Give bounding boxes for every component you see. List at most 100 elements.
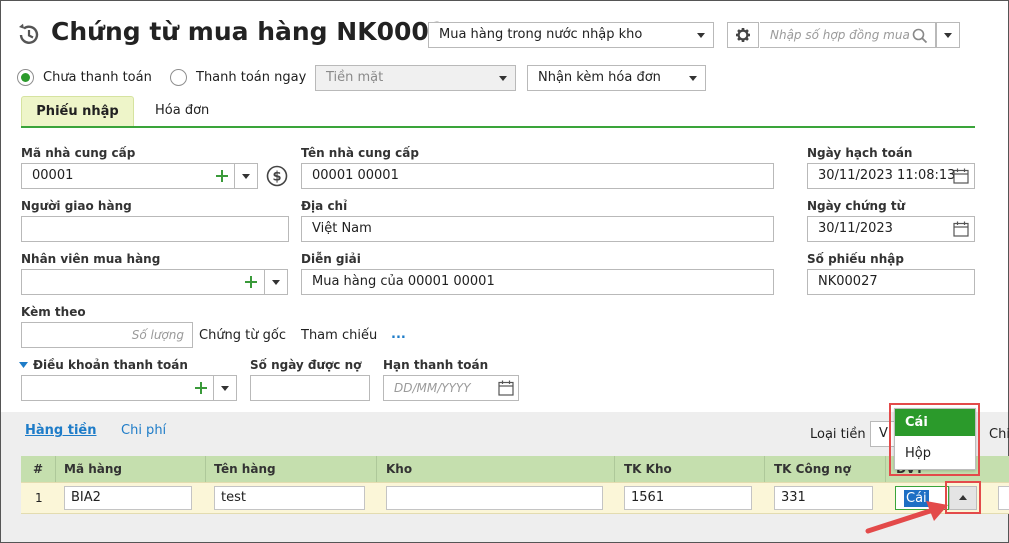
tab-expenses[interactable]: Chi phí (121, 423, 166, 438)
description-label: Diễn giải (301, 252, 361, 266)
buyer-field[interactable] (21, 269, 265, 295)
chevron-down-icon (221, 386, 229, 391)
supplier-name-value: 00001 00001 (312, 168, 399, 183)
tab-underline (21, 126, 975, 128)
annotation-highlight-list (889, 403, 980, 476)
payment-terms-dropdown-button[interactable] (213, 375, 237, 401)
table-header (21, 456, 1009, 482)
inventory-account-cell[interactable]: 1561 (624, 486, 752, 510)
supplier-name-label: Tên nhà cung cấp (301, 146, 419, 160)
chevron-down-icon (944, 33, 952, 38)
supplier-dropdown-button[interactable] (234, 163, 258, 189)
contract-search-dropdown[interactable] (936, 22, 960, 48)
purchase-type-value: Mua hàng trong nước nhập kho (439, 27, 643, 42)
posting-date-label: Ngày hạch toán (807, 146, 913, 160)
description-value: Mua hàng của 00001 00001 (312, 274, 495, 289)
address-label: Địa chỉ (301, 199, 348, 213)
search-icon[interactable] (912, 28, 928, 44)
add-buyer-icon[interactable] (245, 276, 257, 288)
address-field[interactable]: Việt Nam (301, 216, 774, 242)
chevron-down-icon (499, 76, 507, 81)
supplier-name-field[interactable]: 00001 00001 (301, 163, 774, 189)
row-number: 1 (35, 491, 43, 505)
attach-quantity-field[interactable]: Số lượng (21, 322, 193, 348)
col-warehouse: Kho (386, 462, 413, 476)
warehouse-cell[interactable] (386, 486, 603, 510)
posting-date-value: 30/11/2023 11:08:13 (818, 168, 956, 183)
column-divider (614, 456, 615, 482)
history-icon[interactable] (16, 22, 42, 48)
item-code-cell[interactable]: BIA2 (64, 486, 192, 510)
invoice-option-value: Nhận kèm hóa đơn (538, 70, 661, 85)
item-name-value: test (221, 490, 246, 505)
invoice-option-select[interactable]: Nhận kèm hóa đơn (527, 65, 706, 91)
column-divider (885, 456, 886, 482)
tab-invoice[interactable]: Hóa đơn (155, 96, 209, 127)
supplier-code-value: 00001 (32, 168, 74, 183)
payment-method-value: Tiền mặt (326, 70, 384, 85)
radio-unpaid-label: Chưa thanh toán (43, 70, 152, 85)
item-code-value: BIA2 (71, 490, 101, 505)
contract-search[interactable] (760, 22, 936, 48)
payment-terms-label: Điều khoản thanh toán (33, 358, 188, 372)
col-payable-account: TK Công nợ (774, 462, 851, 476)
calendar-icon[interactable] (498, 380, 514, 396)
radio-pay-now[interactable] (170, 69, 187, 86)
inventory-account-value: 1561 (631, 490, 665, 505)
column-divider (764, 456, 765, 482)
col-inventory-account: TK Kho (624, 462, 672, 476)
annotation-arrow-icon (865, 501, 948, 534)
chevron-down-icon (272, 280, 280, 285)
posting-date-field[interactable]: 30/11/2023 11:08:13 (807, 163, 975, 189)
doc-date-field[interactable]: 30/11/2023 (807, 216, 975, 242)
receipt-no-field[interactable]: NK00027 (807, 269, 975, 295)
description-field[interactable]: Mua hàng của 00001 00001 (301, 269, 774, 295)
doc-date-label: Ngày chứng từ (807, 199, 906, 213)
credit-days-field[interactable] (250, 375, 370, 401)
collapse-caret-icon[interactable] (19, 362, 28, 369)
buyer-dropdown-button[interactable] (264, 269, 288, 295)
supplier-code-label: Mã nhà cung cấp (21, 146, 136, 160)
address-value: Việt Nam (312, 221, 372, 236)
col-item-name: Tên hàng (214, 462, 276, 476)
attach-label: Kèm theo (21, 305, 86, 319)
reference-more-link[interactable]: ... (391, 327, 406, 342)
payable-account-cell[interactable]: 331 (774, 486, 873, 510)
col-item-code: Mã hàng (64, 462, 122, 476)
due-date-placeholder: DD/MM/YYYY (394, 381, 471, 395)
settings-button[interactable] (727, 22, 759, 48)
original-docs-label: Chứng từ gốc (199, 328, 287, 343)
purchase-type-select[interactable]: Mua hàng trong nước nhập kho (428, 22, 714, 48)
calendar-icon[interactable] (953, 221, 969, 237)
buyer-label: Nhân viên mua hàng (21, 252, 161, 266)
currency-label: Loại tiền (810, 427, 866, 442)
currency-value: V (879, 426, 888, 441)
tab-receipt[interactable]: Phiếu nhập (21, 96, 134, 127)
calendar-icon[interactable] (953, 168, 969, 184)
payment-terms-field[interactable] (21, 375, 214, 401)
payment-method-select[interactable]: Tiền mặt (315, 65, 516, 91)
receipt-no-label: Số phiếu nhập (807, 252, 904, 266)
deliverer-label: Người giao hàng (21, 199, 132, 213)
reference-label: Tham chiếu (301, 328, 378, 343)
column-divider (376, 456, 377, 482)
column-divider (55, 456, 56, 482)
cut-off-label: Chi (989, 427, 1009, 442)
supplier-code-field[interactable]: 00001 (21, 163, 235, 189)
chevron-down-icon (697, 33, 705, 38)
svg-text:$: $ (272, 170, 281, 185)
deliverer-field[interactable] (21, 216, 289, 242)
due-date-label: Hạn thanh toán (383, 358, 489, 372)
doc-date-value: 30/11/2023 (818, 221, 893, 236)
item-name-cell[interactable]: test (214, 486, 365, 510)
tab-goods-money[interactable]: Hàng tiền (25, 423, 96, 438)
next-cell[interactable] (998, 486, 1009, 510)
radio-unpaid[interactable] (17, 69, 34, 86)
page-title: Chứng từ mua hàng NK00027 (51, 17, 464, 46)
add-supplier-icon[interactable] (216, 170, 228, 182)
dollar-icon[interactable]: $ (266, 165, 288, 187)
receipt-no-value: NK00027 (818, 274, 878, 289)
contract-search-input[interactable] (760, 23, 910, 47)
payable-account-value: 331 (781, 490, 806, 505)
add-terms-icon[interactable] (195, 382, 207, 394)
